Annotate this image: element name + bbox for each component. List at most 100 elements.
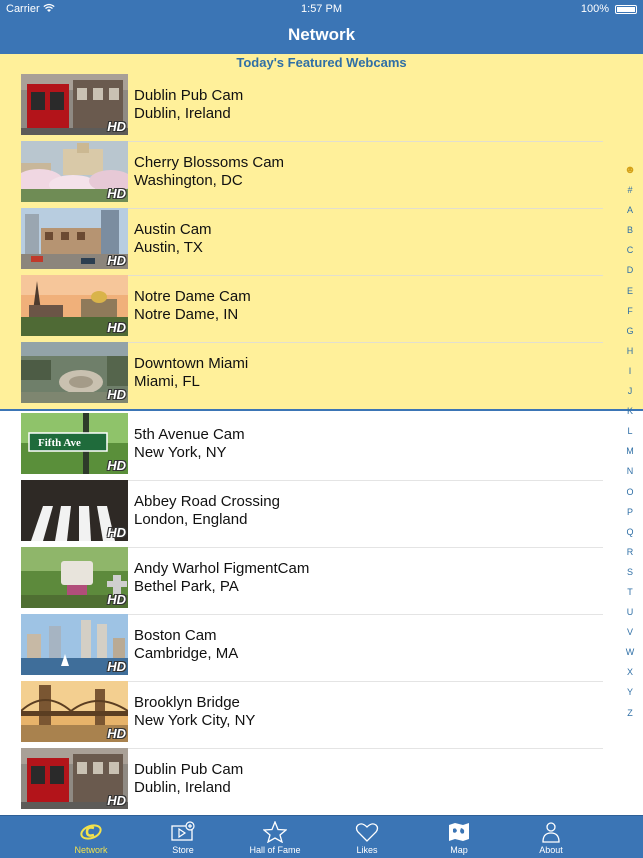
webcam-name: Dublin Pub Cam bbox=[134, 761, 244, 778]
tab-label: Store bbox=[172, 845, 194, 855]
index-letter[interactable]: D bbox=[620, 260, 640, 280]
webcam-row[interactable]: HD Boston Cam Cambridge, MA bbox=[21, 614, 603, 682]
index-letter[interactable]: # bbox=[620, 180, 640, 200]
webcam-location: Dublin, Ireland bbox=[134, 105, 231, 122]
tab-bar: Network Store Hall of Fame Likes Map Abo… bbox=[0, 815, 643, 858]
index-letter[interactable]: B bbox=[620, 220, 640, 240]
webcam-location: London, England bbox=[134, 511, 248, 528]
hd-badge: HD bbox=[107, 320, 126, 335]
index-letter[interactable]: Y bbox=[620, 682, 640, 702]
index-letter[interactable]: ☻ bbox=[620, 160, 640, 180]
index-letter[interactable]: E bbox=[620, 281, 640, 301]
navigation-bar: Network bbox=[0, 18, 643, 54]
webcam-row[interactable]: HD Dublin Pub Cam Dublin, Ireland bbox=[21, 748, 603, 815]
hd-badge: HD bbox=[107, 659, 126, 674]
tab-label: Likes bbox=[356, 845, 378, 855]
webcam-row[interactable]: HD Andy Warhol FigmentCam Bethel Park, P… bbox=[21, 547, 603, 615]
index-letter[interactable]: I bbox=[620, 361, 640, 381]
index-letter[interactable]: Q bbox=[620, 522, 640, 542]
webcam-location: Cambridge, MA bbox=[134, 645, 239, 662]
tab-label: Hall of Fame bbox=[249, 845, 301, 855]
index-letter[interactable]: A bbox=[620, 200, 640, 220]
hd-badge: HD bbox=[107, 592, 126, 607]
index-letter[interactable]: R bbox=[620, 542, 640, 562]
webcam-name: Andy Warhol FigmentCam bbox=[134, 560, 310, 577]
page-title: Network bbox=[287, 25, 356, 44]
tab-likes[interactable]: Likes bbox=[321, 816, 413, 858]
webcam-location: Washington, DC bbox=[134, 172, 243, 189]
map-icon bbox=[449, 823, 469, 841]
hd-badge: HD bbox=[107, 793, 126, 808]
index-letter[interactable]: G bbox=[620, 321, 640, 341]
hd-badge: HD bbox=[107, 186, 126, 201]
webcam-name: Notre Dame Cam bbox=[134, 288, 251, 305]
hd-badge: HD bbox=[107, 525, 126, 540]
webcam-location: New York City, NY bbox=[134, 712, 256, 729]
index-letter[interactable]: W bbox=[620, 642, 640, 662]
heart-icon bbox=[355, 823, 379, 842]
hd-badge: HD bbox=[107, 387, 126, 402]
webcam-thumbnail: HD bbox=[21, 342, 128, 403]
webcam-name: Austin Cam bbox=[134, 221, 212, 238]
webcam-name: Boston Cam bbox=[134, 627, 217, 644]
webcam-name: Brooklyn Bridge bbox=[134, 694, 240, 711]
webcam-row[interactable]: HD Abbey Road Crossing London, England bbox=[21, 480, 603, 548]
index-letter[interactable]: F bbox=[620, 301, 640, 321]
index-letter[interactable]: J bbox=[620, 381, 640, 401]
index-letter[interactable]: C bbox=[620, 240, 640, 260]
webcam-row[interactable]: HD Brooklyn Bridge New York City, NY bbox=[21, 681, 603, 749]
index-letter[interactable]: X bbox=[620, 662, 640, 682]
webcam-thumbnail: HD bbox=[21, 74, 128, 135]
hd-badge: HD bbox=[107, 253, 126, 268]
street-sign-text: Fifth Ave bbox=[38, 437, 81, 449]
featured-webcam-row[interactable]: HD Downtown Miami Miami, FL bbox=[21, 342, 603, 410]
webcam-location: Dublin, Ireland bbox=[134, 779, 231, 796]
webcam-name: Downtown Miami bbox=[134, 355, 249, 372]
person-icon bbox=[542, 822, 560, 843]
webcam-thumbnail: HD bbox=[21, 681, 128, 742]
webcam-thumbnail: HD bbox=[21, 208, 128, 269]
webcam-thumbnail: HD bbox=[21, 748, 128, 809]
index-letter[interactable]: L bbox=[620, 421, 640, 441]
battery-icon bbox=[615, 5, 637, 14]
hd-badge: HD bbox=[107, 726, 126, 741]
webcam-thumbnail: HD bbox=[21, 480, 128, 541]
index-letter[interactable]: T bbox=[620, 582, 640, 602]
index-letter[interactable]: Z bbox=[620, 703, 640, 723]
featured-webcam-row[interactable]: HD Dublin Pub Cam Dublin, Ireland bbox=[21, 74, 603, 142]
battery-percent: 100% bbox=[580, 3, 609, 15]
index-letter[interactable]: S bbox=[620, 562, 640, 582]
tab-hall-of-fame[interactable]: Hall of Fame bbox=[229, 816, 321, 858]
webcam-row[interactable]: Fifth Ave HD 5th Avenue Cam New York, NY bbox=[21, 413, 603, 481]
featured-webcam-row[interactable]: HD Cherry Blossoms Cam Washington, DC bbox=[21, 141, 603, 209]
tab-label: Map bbox=[450, 845, 468, 855]
section-index[interactable]: ☻ # A B C D E F G H I J K L M N O P Q R S T U V W X Y Z bbox=[620, 160, 640, 723]
webcam-location: Miami, FL bbox=[134, 373, 200, 390]
webcam-name: Dublin Pub Cam bbox=[134, 87, 244, 104]
webcam-name: Cherry Blossoms Cam bbox=[134, 154, 285, 171]
index-letter[interactable]: K bbox=[620, 401, 640, 421]
tab-network[interactable]: Network bbox=[45, 816, 137, 858]
network-icon bbox=[80, 824, 102, 840]
store-icon bbox=[171, 821, 195, 841]
webcam-location: Austin, TX bbox=[134, 239, 203, 256]
webcam-thumbnail: HD bbox=[21, 275, 128, 336]
tab-about[interactable]: About bbox=[505, 816, 597, 858]
webcam-name: 5th Avenue Cam bbox=[134, 426, 245, 443]
index-letter[interactable]: O bbox=[620, 482, 640, 502]
featured-webcam-row[interactable]: HD Austin Cam Austin, TX bbox=[21, 208, 603, 276]
index-letter[interactable]: V bbox=[620, 622, 640, 642]
tab-label: About bbox=[539, 845, 563, 855]
index-letter[interactable]: U bbox=[620, 602, 640, 622]
tab-store[interactable]: Store bbox=[137, 816, 229, 858]
index-letter[interactable]: M bbox=[620, 441, 640, 461]
tab-map[interactable]: Map bbox=[413, 816, 505, 858]
index-letter[interactable]: H bbox=[620, 341, 640, 361]
webcam-thumbnail: HD bbox=[21, 141, 128, 202]
index-letter[interactable]: N bbox=[620, 461, 640, 481]
index-letter[interactable]: P bbox=[620, 502, 640, 522]
webcam-location: Notre Dame, IN bbox=[134, 306, 239, 323]
webcam-location: New York, NY bbox=[134, 444, 227, 461]
featured-webcam-row[interactable]: HD Notre Dame Cam Notre Dame, IN bbox=[21, 275, 603, 343]
hd-badge: HD bbox=[107, 119, 126, 134]
